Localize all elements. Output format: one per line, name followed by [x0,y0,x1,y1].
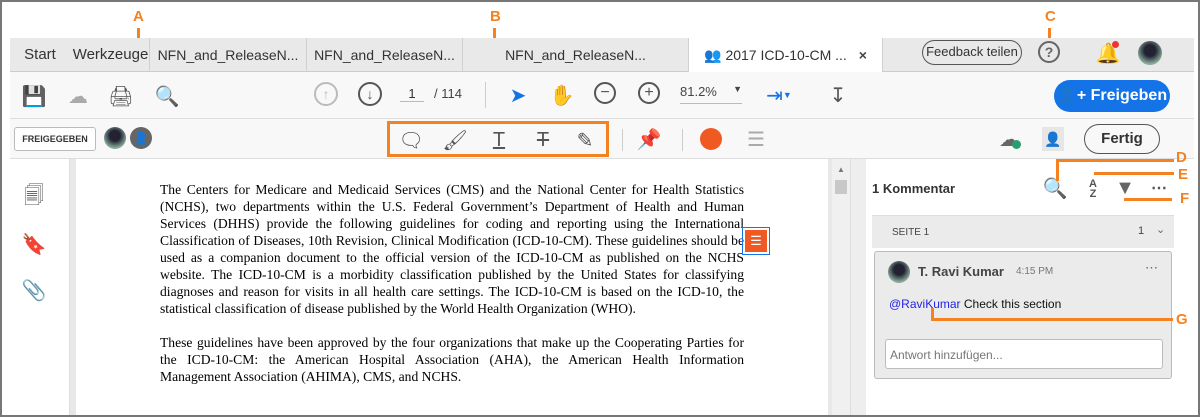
done-button[interactable]: Fertig [1084,124,1160,154]
more-options-icon[interactable]: ⋯ [1148,177,1170,199]
comment-body: Check this section [960,297,1062,311]
print-icon[interactable]: 🖨 [108,84,134,108]
tab-start[interactable]: Start [10,38,70,72]
cloud-upload-icon[interactable]: ☁ [66,84,90,108]
scrollbar[interactable]: ▲ [832,159,850,415]
comment-panel-icon[interactable]: 👤 [1042,127,1064,151]
sort-icon[interactable]: AZ [1084,177,1102,201]
shared-badge: FREIGEGEBEN [14,127,96,151]
callout-f: F [1180,190,1190,207]
zoom-select[interactable]: 81.2% ▼ [680,84,742,104]
document-paragraph: These guidelines have been approved by t… [160,335,744,384]
underline-text-icon[interactable]: T [488,129,510,151]
add-user-icon: 👤+ [1056,87,1087,104]
tab-document[interactable]: NFN_and_ReleaseN... [150,38,307,72]
callout-c: C [1045,8,1056,25]
document-paragraph: The Centers for Medicare and Medicaid Se… [160,182,744,316]
strikethrough-text-icon[interactable]: T [532,129,554,151]
tab-label: 2017 ICD-10-CM ... [725,47,847,63]
comment-count: 1 Kommentar [872,181,956,196]
tab-bar: Start Werkzeuge NFN_and_ReleaseN... NFN_… [10,38,1194,73]
comment-text: @RaviKumar Check this section [889,297,1061,311]
share-button[interactable]: 👤+ Freigeben [1054,80,1170,112]
fit-page-icon[interactable]: ⇥ ▼ [762,82,796,108]
callout-g: G [1176,311,1188,328]
comment-toolbar: FREIGEGEBEN 👤 🗨 🖌 T T ✎ 📌 ☰ ☁ 👤 Fertig [10,119,1194,159]
notification-bell-icon[interactable]: 🔔 [1096,40,1120,66]
pin-icon[interactable]: 📌 [637,127,662,151]
scroll-mode-icon[interactable]: ↧ [826,82,850,108]
zoom-in-icon[interactable]: + [638,82,660,104]
callout-b: B [490,8,501,25]
callout-a: A [133,8,144,25]
attachment-icon[interactable]: 📎 [22,277,47,303]
tab-tools[interactable]: Werkzeuge [72,38,150,72]
document-area: 🗐 🔖 📎 The Centers for Medicare and Medic… [10,159,1194,415]
tab-document[interactable]: NFN_and_ReleaseN... [463,38,689,72]
next-page-icon[interactable]: ↓ [358,82,382,106]
mention[interactable]: @RaviKumar [889,297,961,311]
select-tool-icon[interactable]: ➤ [508,82,528,108]
save-icon[interactable]: 💾 [22,84,47,108]
zoom-value: 81.2% [680,84,717,99]
comment-time: 4:15 PM [1016,266,1054,277]
line-thickness-icon[interactable]: ☰ [744,127,768,151]
page-total: / 114 [434,86,462,101]
previous-page-icon[interactable]: ↑ [314,82,338,106]
close-tab-button[interactable]: × [859,47,867,63]
acrobat-window: A B C Start Werkzeuge NFN_and_ReleaseN..… [0,0,1200,417]
hand-tool-icon[interactable]: ✋ [550,82,575,108]
pages-icon[interactable]: 🗐 [22,185,46,211]
participant-avatar[interactable] [104,127,126,149]
sticky-note-icon[interactable]: 🗨 [398,129,423,152]
left-nav: 🗐 🔖 📎 [10,159,70,415]
user-avatar[interactable] [1138,41,1162,65]
callout-e: E [1178,166,1189,183]
comment-more-icon[interactable]: ⋯ [1145,260,1158,276]
section-count: 1 [1138,225,1145,237]
annotation-tools-group: 🗨 🖌 T T ✎ [387,121,609,157]
share-label: Freigeben [1090,87,1168,104]
highlight-icon[interactable]: 🖌 [442,129,467,152]
reply-input[interactable]: Antwort hinzufügen... [885,339,1163,369]
callout-d: D [1176,149,1187,166]
search-icon[interactable]: 🔍 [154,84,180,108]
participant-placeholder-icon[interactable]: 👤 [130,127,152,149]
zoom-out-icon[interactable]: − [594,82,616,104]
pencil-icon[interactable]: ✎ [574,129,596,152]
help-icon[interactable]: ? [1038,41,1060,63]
cloud-sync-icon: ☁ [999,128,1021,151]
chevron-down-icon[interactable]: ⌄ [1156,223,1165,236]
page-section-header[interactable]: SEITE 1 1 ⌄ [872,215,1174,248]
tab-active-document[interactable]: 👥 2017 ICD-10-CM ... × [689,38,883,73]
section-label: SEITE 1 [892,227,930,238]
pdf-page: The Centers for Medicare and Medicaid Se… [76,159,828,415]
comment-author: T. Ravi Kumar [918,264,1004,279]
search-comments-icon[interactable]: 🔍 [1043,177,1068,200]
tab-document[interactable]: NFN_and_ReleaseN... [307,38,463,72]
main-toolbar: 💾 ☁ 🖨 🔍 ↑ ↓ 1 / 114 ➤ ✋ − + 81.2% ▼ ⇥ ▼ ↧ … [10,72,1194,119]
comment-marker[interactable]: ☰ [742,227,770,255]
filter-icon[interactable]: ▼ [1114,177,1136,199]
comment-card[interactable]: T. Ravi Kumar 4:15 PM ⋯ @RaviKumar Check… [874,251,1172,379]
bookmark-icon[interactable]: 🔖 [22,231,47,257]
shared-users-icon: 👥 [704,47,722,63]
page-number-input[interactable]: 1 [400,86,424,102]
comment-author-avatar [888,261,910,283]
color-picker[interactable] [700,128,722,150]
feedback-button[interactable]: Feedback teilen [922,40,1022,65]
